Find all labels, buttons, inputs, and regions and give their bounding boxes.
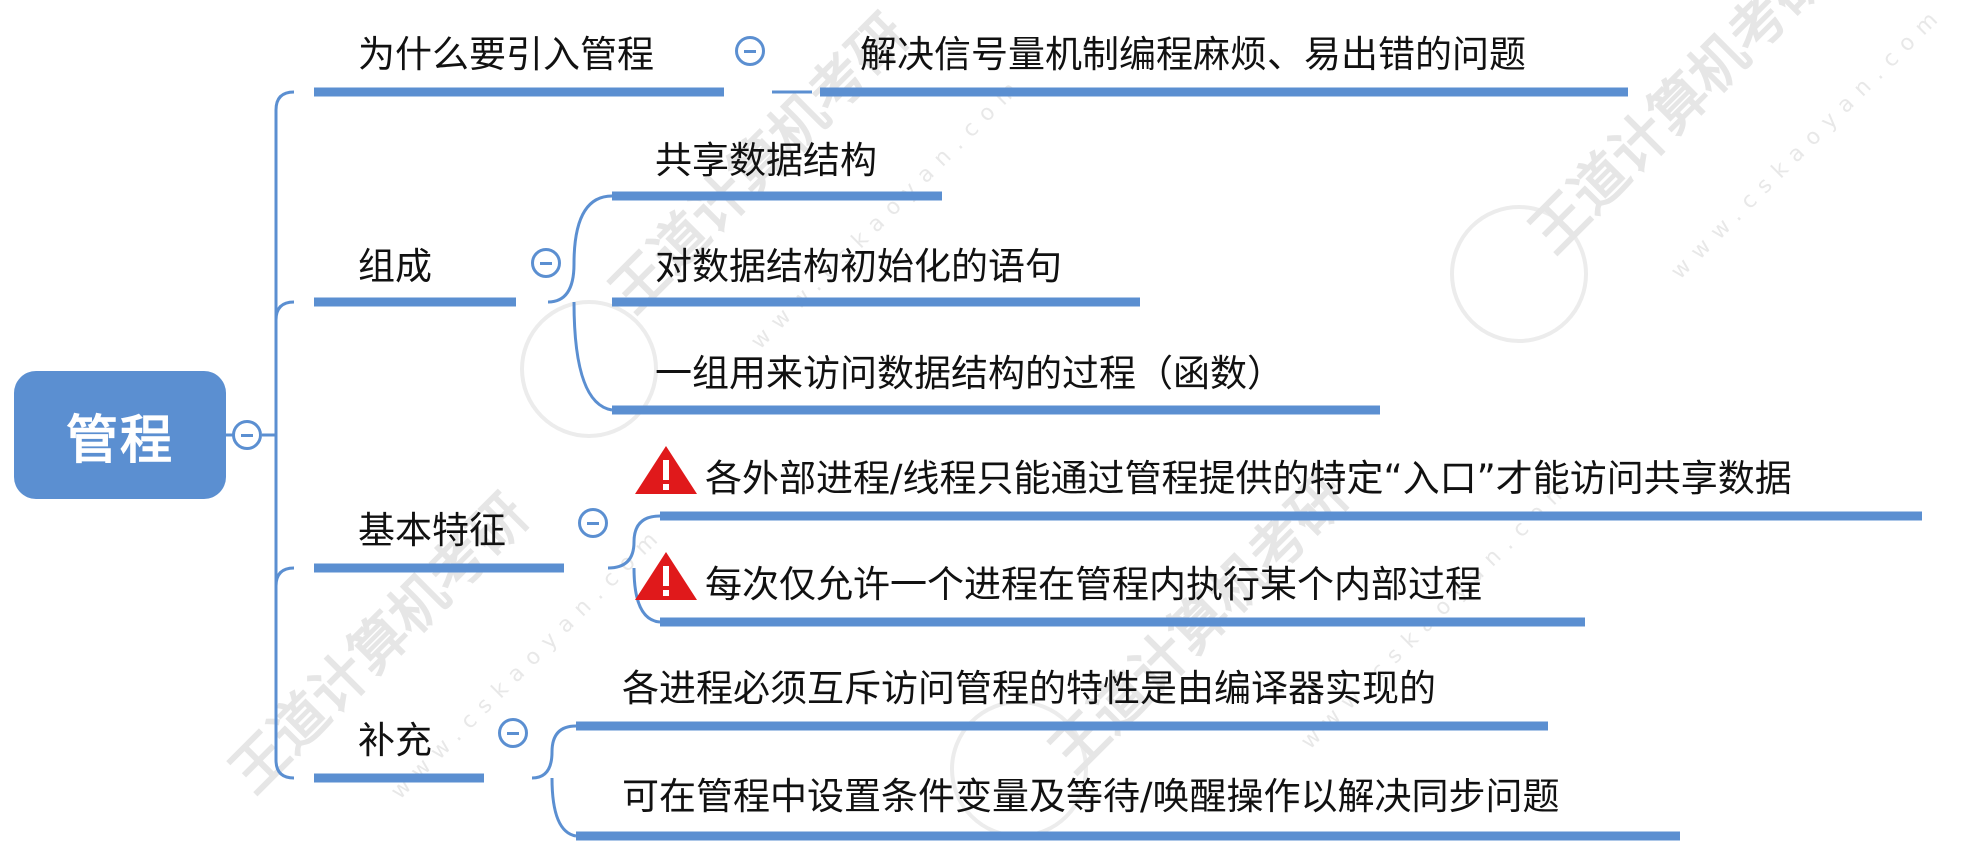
- collapse-root-icon[interactable]: [232, 420, 262, 450]
- root-node[interactable]: 管程: [14, 371, 226, 499]
- branch1-child-1[interactable]: 解决信号量机制编程麻烦、易出错的问题: [860, 36, 1526, 73]
- branch4-child-1[interactable]: 各进程必须互斥访问管程的特性是由编译器实现的: [622, 670, 1436, 707]
- branch-supplement[interactable]: 补充: [358, 722, 432, 759]
- warning-icon: [635, 552, 697, 600]
- branch2-child-3[interactable]: 一组用来访问数据结构的过程（函数）: [655, 355, 1284, 392]
- branch3-child-2[interactable]: 每次仅允许一个进程在管程内执行某个内部过程: [705, 566, 1482, 603]
- branch-composition[interactable]: 组成: [358, 248, 432, 285]
- branch2-connector: [547, 194, 613, 412]
- collapse-branch4-icon[interactable]: [498, 718, 528, 748]
- branch2-child-2[interactable]: 对数据结构初始化的语句: [655, 248, 1062, 285]
- main-trunk: [274, 90, 295, 780]
- collapse-branch2-icon[interactable]: [531, 248, 561, 278]
- collapse-branch3-icon[interactable]: [578, 508, 608, 538]
- branch4-connector: [531, 724, 577, 838]
- branch2-child-1[interactable]: 共享数据结构: [655, 142, 877, 179]
- collapse-branch1-icon[interactable]: [735, 36, 765, 66]
- mind-map: 王道计算机考研 王道计算机考研 王道计算机考研 王道计算机考研 www.cska…: [0, 0, 1967, 844]
- warning-icon: [635, 446, 697, 494]
- connector-lines: [226, 87, 1922, 841]
- branch-basic-features[interactable]: 基本特征: [358, 512, 506, 549]
- branch4-child-2[interactable]: 可在管程中设置条件变量及等待/唤醒操作以解决同步问题: [622, 778, 1559, 815]
- branch-why-monitor[interactable]: 为什么要引入管程: [358, 36, 654, 73]
- branch3-child-1[interactable]: 各外部进程/线程只能通过管程提供的特定“入口”才能访问共享数据: [705, 460, 1792, 497]
